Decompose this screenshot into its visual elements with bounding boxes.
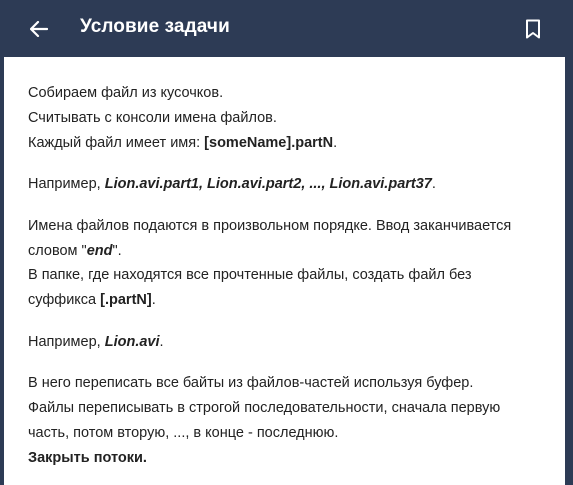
text-line: словом "end". [28, 239, 548, 264]
text-fragment: . [431, 176, 436, 193]
task-description: Собираем файл из кусочков. Считывать с к… [28, 81, 548, 485]
file-name-pattern: [someName].partN [204, 134, 334, 151]
example-result-name: Lion.avi [104, 333, 160, 350]
back-button[interactable] [26, 16, 52, 42]
text-line: В него переписать все байты из файлов-ча… [28, 375, 474, 392]
close-streams-note: Закрыть потоки. [28, 449, 147, 466]
text-line: часть, потом вторую, ..., в конце - посл… [28, 424, 339, 441]
paragraph-example-result: Например, Lion.avi. [28, 330, 548, 355]
text-line: Считывать с консоли имена файлов. [28, 109, 277, 126]
bookmark-icon [526, 19, 540, 39]
page-title: Условие задачи [80, 16, 230, 37]
text-line: Например, Lion.avi. [28, 330, 548, 355]
text-fragment: . [333, 134, 338, 151]
paragraph-copy-rules: В него переписать все байты из файлов-ча… [28, 371, 548, 470]
text-fragment: Например, [28, 333, 105, 350]
text-fragment: Каждый файл имеет имя: [28, 134, 205, 151]
task-screen: Условие задачи Собираем файл из кусочков… [0, 0, 573, 485]
text-fragment: . [159, 333, 164, 350]
paragraph-example-parts: Например, Lion.avi.part1, Lion.avi.part2… [28, 172, 548, 197]
arrow-left-icon [30, 21, 48, 37]
text-line: Например, Lion.avi.part1, Lion.avi.part2… [28, 172, 548, 197]
bookmark-button[interactable] [519, 15, 547, 43]
text-fragment: суффикса [28, 292, 101, 309]
paragraph-input-rules: Имена файлов подаются в произвольном пор… [28, 214, 548, 313]
paragraph-intro: Собираем файл из кусочков. Считывать с к… [28, 81, 548, 155]
text-fragment: ". [112, 242, 122, 259]
text-fragment: Например, [28, 176, 105, 193]
text-line: суффикса [.partN]. [28, 288, 548, 313]
suffix-pattern: [.partN] [100, 292, 152, 309]
end-keyword: end [86, 242, 113, 259]
task-content: Собираем файл из кусочков. Считывать с к… [4, 57, 565, 485]
text-fragment: словом " [28, 242, 87, 259]
app-bar: Условие задачи [4, 0, 565, 57]
text-fragment: . [151, 292, 156, 309]
right-edge [565, 57, 573, 485]
text-line: В папке, где находятся все прочтенные фа… [28, 267, 472, 284]
text-line: Файлы переписывать в строгой последовате… [28, 400, 501, 417]
text-line: Имена файлов подаются в произвольном пор… [28, 217, 512, 234]
example-part-names: Lion.avi.part1, Lion.avi.part2, ..., Lio… [104, 176, 432, 193]
text-line: Каждый файл имеет имя: [someName].partN. [28, 131, 548, 156]
text-line: Собираем файл из кусочков. [28, 85, 224, 101]
